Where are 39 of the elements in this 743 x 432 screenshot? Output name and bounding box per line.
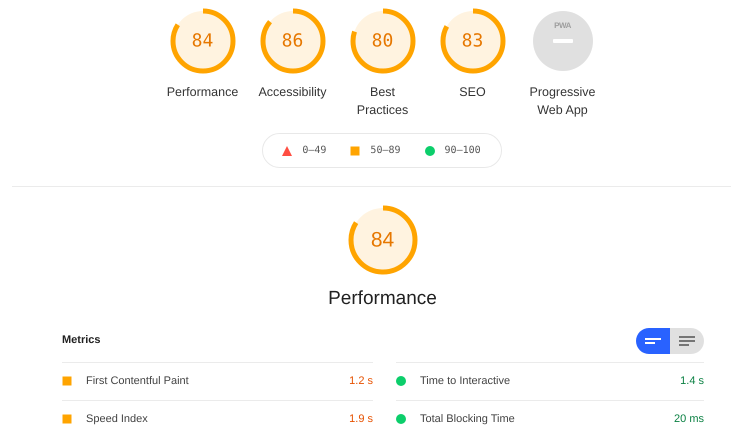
circle-icon bbox=[424, 146, 435, 156]
list-icon bbox=[679, 334, 695, 346]
gauge-label: Accessibility bbox=[258, 84, 327, 101]
score-value: 84 bbox=[370, 227, 396, 254]
legend-range: 0–49 bbox=[302, 144, 326, 158]
circle-icon bbox=[396, 414, 406, 424]
triangle-icon bbox=[282, 146, 292, 156]
metric-name: Speed Index bbox=[86, 412, 149, 427]
gauge-label: Best Practices bbox=[356, 84, 410, 118]
score-value: 80 bbox=[370, 30, 394, 54]
square-icon bbox=[350, 146, 360, 156]
metric-name: Time to Interactive bbox=[420, 374, 512, 389]
metric-value: 1.9 s bbox=[349, 412, 373, 427]
score-ring bbox=[170, 8, 236, 74]
circle-icon bbox=[396, 376, 406, 386]
score-value: 84 bbox=[190, 30, 214, 54]
score-value: 86 bbox=[280, 30, 304, 54]
gauge-label: Progressive Web App bbox=[528, 84, 596, 119]
section-title: Metrics bbox=[62, 333, 101, 348]
metric-value: 1.2 s bbox=[349, 374, 373, 389]
metric-name: Total Blocking Time bbox=[420, 412, 516, 427]
metric-value: 20 ms bbox=[674, 412, 704, 427]
view-toggle-button[interactable] bbox=[670, 328, 704, 354]
metric-name: First Contentful Paint bbox=[86, 374, 190, 389]
score-ring bbox=[440, 8, 506, 74]
metric-value: 1.4 s bbox=[680, 374, 704, 389]
legend-range: 50–89 bbox=[370, 144, 401, 158]
square-icon bbox=[62, 376, 72, 386]
category-title: Performance bbox=[328, 287, 437, 311]
badge-label: PWA bbox=[554, 20, 571, 32]
gauge-label: Performance bbox=[166, 84, 238, 101]
score-ring bbox=[260, 8, 326, 74]
view-toggle-button[interactable] bbox=[636, 328, 670, 354]
score-ring bbox=[350, 8, 416, 74]
square-icon bbox=[62, 414, 72, 424]
legend-range: 90–100 bbox=[444, 144, 481, 158]
score-value: 83 bbox=[460, 30, 484, 54]
gauge-label: SEO bbox=[459, 84, 486, 101]
score-ring bbox=[348, 205, 418, 275]
